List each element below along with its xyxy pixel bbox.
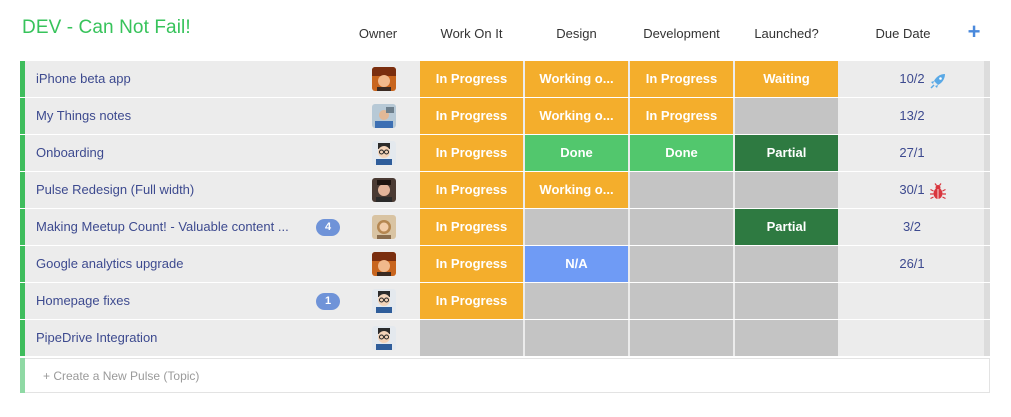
owner-avatar[interactable] bbox=[372, 215, 396, 239]
row-end-cap bbox=[984, 61, 990, 97]
due-date-text: 30/1 bbox=[899, 182, 925, 197]
due-date-cell[interactable]: 27/1 bbox=[840, 135, 984, 171]
owner-avatar[interactable] bbox=[372, 67, 396, 91]
row-end-cap bbox=[984, 320, 990, 356]
pulse-row[interactable]: Making Meetup Count! - Valuable content … bbox=[20, 209, 990, 245]
due-date-text: 27/1 bbox=[899, 145, 925, 160]
launched-status-cell[interactable]: Partial bbox=[735, 135, 838, 171]
design-status-cell[interactable]: Working o... bbox=[525, 172, 628, 208]
pulse-row[interactable]: Onboarding In Progress Done Done Partial 27/1 bbox=[20, 135, 990, 171]
column-header-design[interactable]: Design bbox=[525, 26, 628, 41]
due-date-cell[interactable]: 3/2 bbox=[840, 209, 984, 245]
launched-status-cell[interactable] bbox=[735, 320, 838, 356]
row-end-cap bbox=[984, 283, 990, 319]
due-date-cell[interactable]: 30/1 bbox=[840, 172, 984, 208]
owner-avatar[interactable] bbox=[372, 289, 396, 313]
design-status-cell[interactable] bbox=[525, 209, 628, 245]
board-title[interactable]: DEV - Can Not Fail! bbox=[22, 17, 191, 39]
column-header-due-date[interactable]: Due Date bbox=[860, 26, 946, 41]
row-end-cap bbox=[984, 209, 990, 245]
pulse-list: iPhone beta app In Progress Working o... In… bbox=[20, 61, 990, 357]
development-status-cell[interactable]: Done bbox=[630, 135, 733, 171]
pulse-name[interactable]: PipeDrive Integration bbox=[36, 320, 157, 356]
pulse-name[interactable]: Pulse Redesign (Full width) bbox=[36, 172, 194, 208]
launched-status-cell[interactable]: Partial bbox=[735, 209, 838, 245]
pulse-name[interactable]: My Things notes bbox=[36, 98, 131, 134]
pulse-name[interactable]: iPhone beta app bbox=[36, 61, 131, 97]
updates-count-badge[interactable]: 4 bbox=[316, 219, 340, 236]
pulse-row[interactable]: iPhone beta app In Progress Working o... In… bbox=[20, 61, 990, 97]
design-status-cell[interactable]: Working o... bbox=[525, 98, 628, 134]
column-header-owner[interactable]: Owner bbox=[355, 26, 401, 41]
row-end-cap bbox=[984, 246, 990, 282]
design-status-cell[interactable]: Done bbox=[525, 135, 628, 171]
due-date-cell[interactable] bbox=[840, 320, 984, 356]
updates-count-badge[interactable]: 1 bbox=[316, 293, 340, 310]
due-date-text: 26/1 bbox=[899, 256, 925, 271]
design-status-cell[interactable] bbox=[525, 283, 628, 319]
due-date-text: 13/2 bbox=[899, 108, 925, 123]
pulse-row[interactable]: My Things notes In Progress Working o... In… bbox=[20, 98, 990, 134]
launched-status-cell[interactable] bbox=[735, 98, 838, 134]
work-on-it-status-cell[interactable]: In Progress bbox=[420, 172, 523, 208]
work-on-it-status-cell[interactable]: In Progress bbox=[420, 209, 523, 245]
due-date-text: 10/2 bbox=[899, 71, 925, 86]
work-on-it-status-cell[interactable]: In Progress bbox=[420, 61, 523, 97]
owner-avatar[interactable] bbox=[372, 252, 396, 276]
row-end-cap bbox=[984, 135, 990, 171]
due-date-cell[interactable] bbox=[840, 283, 984, 319]
launched-status-cell[interactable] bbox=[735, 172, 838, 208]
work-on-it-status-cell[interactable] bbox=[420, 320, 523, 356]
add-column-button[interactable]: + bbox=[965, 21, 983, 43]
column-header-development[interactable]: Development bbox=[630, 26, 733, 41]
pulse-name[interactable]: Making Meetup Count! - Valuable content … bbox=[36, 209, 289, 245]
due-date-cell[interactable]: 13/2 bbox=[840, 98, 984, 134]
launched-status-cell[interactable] bbox=[735, 246, 838, 282]
owner-avatar[interactable] bbox=[372, 178, 396, 202]
column-header-launched[interactable]: Launched? bbox=[735, 26, 838, 41]
work-on-it-status-cell[interactable]: In Progress bbox=[420, 98, 523, 134]
development-status-cell[interactable]: In Progress bbox=[630, 61, 733, 97]
work-on-it-status-cell[interactable]: In Progress bbox=[420, 246, 523, 282]
design-status-cell[interactable]: Working o... bbox=[525, 61, 628, 97]
row-end-cap bbox=[984, 98, 990, 134]
development-status-cell[interactable] bbox=[630, 209, 733, 245]
design-status-cell[interactable] bbox=[525, 320, 628, 356]
pulse-name[interactable]: Google analytics upgrade bbox=[36, 246, 183, 282]
pulse-row[interactable]: Pulse Redesign (Full width) In Progress Wo… bbox=[20, 172, 990, 208]
development-status-cell[interactable] bbox=[630, 320, 733, 356]
launched-status-cell[interactable]: Waiting bbox=[735, 61, 838, 97]
due-date-cell[interactable]: 10/2 bbox=[840, 61, 984, 97]
create-pulse-placeholder: + Create a New Pulse (Topic) bbox=[43, 369, 200, 383]
owner-avatar[interactable] bbox=[372, 104, 396, 128]
pulse-name[interactable]: Onboarding bbox=[36, 135, 104, 171]
development-status-cell[interactable] bbox=[630, 172, 733, 208]
owner-avatar[interactable] bbox=[372, 141, 396, 165]
design-status-cell[interactable]: N/A bbox=[525, 246, 628, 282]
due-date-cell[interactable]: 26/1 bbox=[840, 246, 984, 282]
bug-icon bbox=[928, 180, 948, 200]
pulse-row[interactable]: PipeDrive Integration bbox=[20, 320, 990, 356]
launched-status-cell[interactable] bbox=[735, 283, 838, 319]
create-pulse-input[interactable]: + Create a New Pulse (Topic) bbox=[20, 358, 990, 393]
pulse-row[interactable]: Homepage fixes 1 In Progress bbox=[20, 283, 990, 319]
development-status-cell[interactable]: In Progress bbox=[630, 98, 733, 134]
pulse-name[interactable]: Homepage fixes bbox=[36, 283, 130, 319]
due-date-text: 3/2 bbox=[902, 219, 922, 234]
pulse-row[interactable]: Google analytics upgrade In Progress N/A 26… bbox=[20, 246, 990, 282]
rocket-icon bbox=[928, 69, 948, 89]
column-header-work-on-it[interactable]: Work On It bbox=[420, 26, 523, 41]
work-on-it-status-cell[interactable]: In Progress bbox=[420, 135, 523, 171]
work-on-it-status-cell[interactable]: In Progress bbox=[420, 283, 523, 319]
development-status-cell[interactable] bbox=[630, 246, 733, 282]
row-end-cap bbox=[984, 172, 990, 208]
owner-avatar[interactable] bbox=[372, 326, 396, 350]
development-status-cell[interactable] bbox=[630, 283, 733, 319]
